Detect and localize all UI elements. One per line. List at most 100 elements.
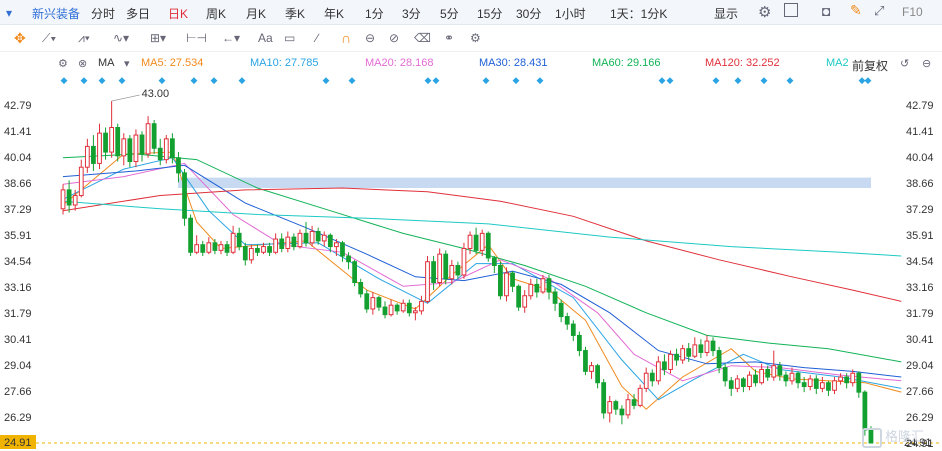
candle-body bbox=[169, 138, 175, 159]
event-marker[interactable]: ◆ bbox=[159, 75, 166, 85]
event-marker[interactable]: ◆ bbox=[537, 75, 544, 85]
link-icon[interactable]: ⚭ bbox=[444, 30, 454, 46]
candle-body bbox=[327, 234, 333, 248]
magnet-icon[interactable]: ∩ bbox=[341, 30, 351, 46]
period-tab-13[interactable]: 1天：1分K bbox=[610, 5, 667, 22]
candle-body bbox=[583, 350, 588, 372]
crosshair-icon[interactable]: ✥ bbox=[14, 30, 26, 46]
settings-icon[interactable]: ⚙ bbox=[758, 3, 771, 21]
fib-tool-icon[interactable]: ⊞▾ bbox=[150, 30, 166, 46]
candle-body bbox=[455, 264, 461, 276]
legend-close-icon[interactable]: ⊗ bbox=[78, 57, 87, 70]
eye-icon[interactable]: ⊖ bbox=[365, 30, 375, 46]
toolbar-settings-icon[interactable]: ⚙ bbox=[470, 30, 481, 46]
checkbox-icon[interactable] bbox=[784, 3, 798, 17]
candle-body bbox=[206, 242, 212, 253]
event-marker[interactable]: ◆ bbox=[787, 75, 794, 85]
y-tick-left: 33.16 bbox=[4, 282, 32, 294]
event-marker[interactable]: ◆ bbox=[865, 75, 872, 85]
period-tab-2[interactable]: 日K bbox=[168, 5, 188, 22]
event-marker[interactable]: ◆ bbox=[735, 75, 742, 85]
period-tab-7[interactable]: 1分 bbox=[365, 5, 384, 22]
pencil-icon[interactable]: ✎ bbox=[850, 2, 862, 19]
candle bbox=[212, 239, 218, 255]
event-marker[interactable]: ◆ bbox=[667, 75, 674, 85]
candle-body bbox=[728, 380, 734, 389]
kline-chart[interactable]: 42.79 42.79 41.41 41.41 40.04 40.04 38.66 38.66… bbox=[0, 72, 942, 451]
candle-body bbox=[595, 365, 600, 384]
hide-icon[interactable]: ⊘ bbox=[389, 30, 399, 46]
period-tab-3[interactable]: 周K bbox=[206, 5, 226, 22]
event-marker[interactable]: ◆ bbox=[99, 75, 106, 85]
ruler-icon[interactable]: ∕ bbox=[316, 30, 318, 46]
candle bbox=[813, 375, 819, 395]
ma-expand-icon[interactable]: ▾ bbox=[124, 57, 130, 70]
period-tab-8[interactable]: 3分 bbox=[402, 5, 421, 22]
event-marker[interactable]: ◆ bbox=[81, 75, 88, 85]
stock-name[interactable]: 新兴装备 bbox=[32, 5, 80, 22]
undo-icon[interactable]: ↺ bbox=[900, 57, 909, 70]
event-marker[interactable]: ◆ bbox=[211, 75, 218, 85]
candle-body bbox=[321, 234, 327, 242]
wave-tool-icon[interactable]: ∿▾ bbox=[113, 30, 129, 46]
event-marker[interactable]: ◆ bbox=[119, 75, 126, 85]
event-marker[interactable]: ◆ bbox=[61, 75, 68, 85]
period-tab-9[interactable]: 5分 bbox=[440, 5, 459, 22]
candle bbox=[832, 377, 837, 395]
comment-icon[interactable]: ▭ bbox=[284, 30, 295, 46]
legend-settings-icon[interactable]: ⚙ bbox=[58, 57, 68, 70]
menu-icon[interactable]: ▾ bbox=[6, 6, 12, 20]
period-tab-12[interactable]: 1小时 bbox=[555, 5, 586, 22]
camera-icon[interactable]: ◘ bbox=[822, 3, 830, 19]
event-marker[interactable]: ◆ bbox=[433, 75, 440, 85]
candle bbox=[66, 180, 72, 213]
candle bbox=[206, 237, 212, 255]
event-marker[interactable]: ◆ bbox=[761, 75, 768, 85]
candle-body bbox=[218, 244, 224, 251]
polyline-tool-icon[interactable]: ⩘▾ bbox=[78, 30, 90, 46]
line-tool-icon[interactable]: ⟋▾ bbox=[42, 30, 56, 46]
candle-body bbox=[230, 232, 236, 253]
trash-icon[interactable]: ⌫ bbox=[414, 30, 431, 46]
event-marker[interactable]: ◆ bbox=[659, 75, 666, 85]
event-marker[interactable]: ◆ bbox=[713, 75, 720, 85]
candle bbox=[498, 261, 503, 300]
candle bbox=[534, 278, 540, 298]
zoom-out-icon[interactable]: ⊖ bbox=[922, 57, 931, 70]
candle-body bbox=[437, 253, 443, 284]
fullscreen-icon[interactable]: ⤢ bbox=[874, 3, 884, 19]
period-tab-1[interactable]: 多日 bbox=[126, 5, 150, 22]
period-tab-0[interactable]: 分时 bbox=[91, 5, 115, 22]
candle bbox=[491, 256, 497, 274]
candle bbox=[449, 259, 455, 285]
candle bbox=[680, 344, 686, 364]
candle bbox=[607, 395, 613, 423]
event-marker[interactable]: ◆ bbox=[425, 75, 432, 85]
period-tab-6[interactable]: 年K bbox=[324, 5, 344, 22]
period-tab-5[interactable]: 季K bbox=[285, 5, 305, 22]
candle bbox=[741, 377, 746, 393]
candle bbox=[570, 320, 576, 342]
event-marker[interactable]: ◆ bbox=[483, 75, 490, 85]
measure-tool-icon[interactable]: ⊢⊣ bbox=[186, 30, 207, 46]
arrow-tool-icon[interactable]: ←▾ bbox=[222, 30, 240, 46]
candle-body bbox=[419, 300, 424, 312]
show-dropdown[interactable]: 显示 bbox=[714, 5, 738, 22]
f10-button[interactable]: F10 bbox=[902, 5, 923, 19]
text-tool[interactable]: Aa bbox=[258, 30, 273, 46]
candle bbox=[528, 278, 534, 300]
candle bbox=[340, 240, 345, 262]
y-tick-right: 29.04 bbox=[906, 360, 934, 372]
candle-body bbox=[498, 264, 503, 297]
event-marker[interactable]: ◆ bbox=[349, 75, 356, 85]
event-marker[interactable]: ◆ bbox=[323, 75, 330, 85]
period-tab-4[interactable]: 月K bbox=[246, 5, 266, 22]
period-tab-10[interactable]: 15分 bbox=[477, 5, 502, 22]
event-marker[interactable]: ◆ bbox=[191, 75, 198, 85]
event-marker[interactable]: ◆ bbox=[239, 75, 246, 85]
y-tick-left: 37.29 bbox=[4, 204, 32, 216]
candle-body bbox=[334, 242, 339, 248]
period-tab-11[interactable]: 30分 bbox=[516, 5, 541, 22]
candle bbox=[255, 244, 260, 257]
event-marker[interactable]: ◆ bbox=[513, 75, 520, 85]
